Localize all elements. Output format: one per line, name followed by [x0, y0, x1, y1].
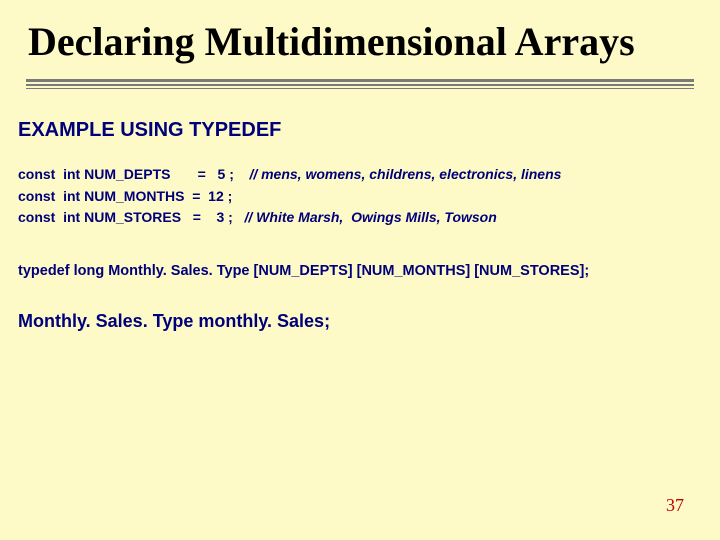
divider — [26, 88, 694, 89]
code-comment: // mens, womens, childrens, electronics,… — [249, 166, 561, 182]
code-line: const int NUM_STORES = 3 ; — [18, 209, 245, 225]
divider — [26, 84, 694, 86]
section-heading: EXAMPLE USING TYPEDEF — [18, 119, 720, 142]
typedef-line: typedef long Monthly. Sales. Type [NUM_D… — [18, 263, 720, 279]
code-comment: // White Marsh, Owings Mills, Towson — [245, 209, 497, 225]
code-line: const int NUM_DEPTS = 5 ; — [18, 166, 249, 182]
code-line: const int NUM_MONTHS = 12 ; — [18, 188, 232, 204]
slide-title: Declaring Multidimensional Arrays — [0, 0, 720, 73]
code-block: const int NUM_DEPTS = 5 ; // mens, women… — [18, 164, 720, 229]
divider — [26, 79, 694, 82]
declaration-line: Monthly. Sales. Type monthly. Sales; — [18, 311, 720, 332]
page-number: 37 — [666, 495, 684, 516]
